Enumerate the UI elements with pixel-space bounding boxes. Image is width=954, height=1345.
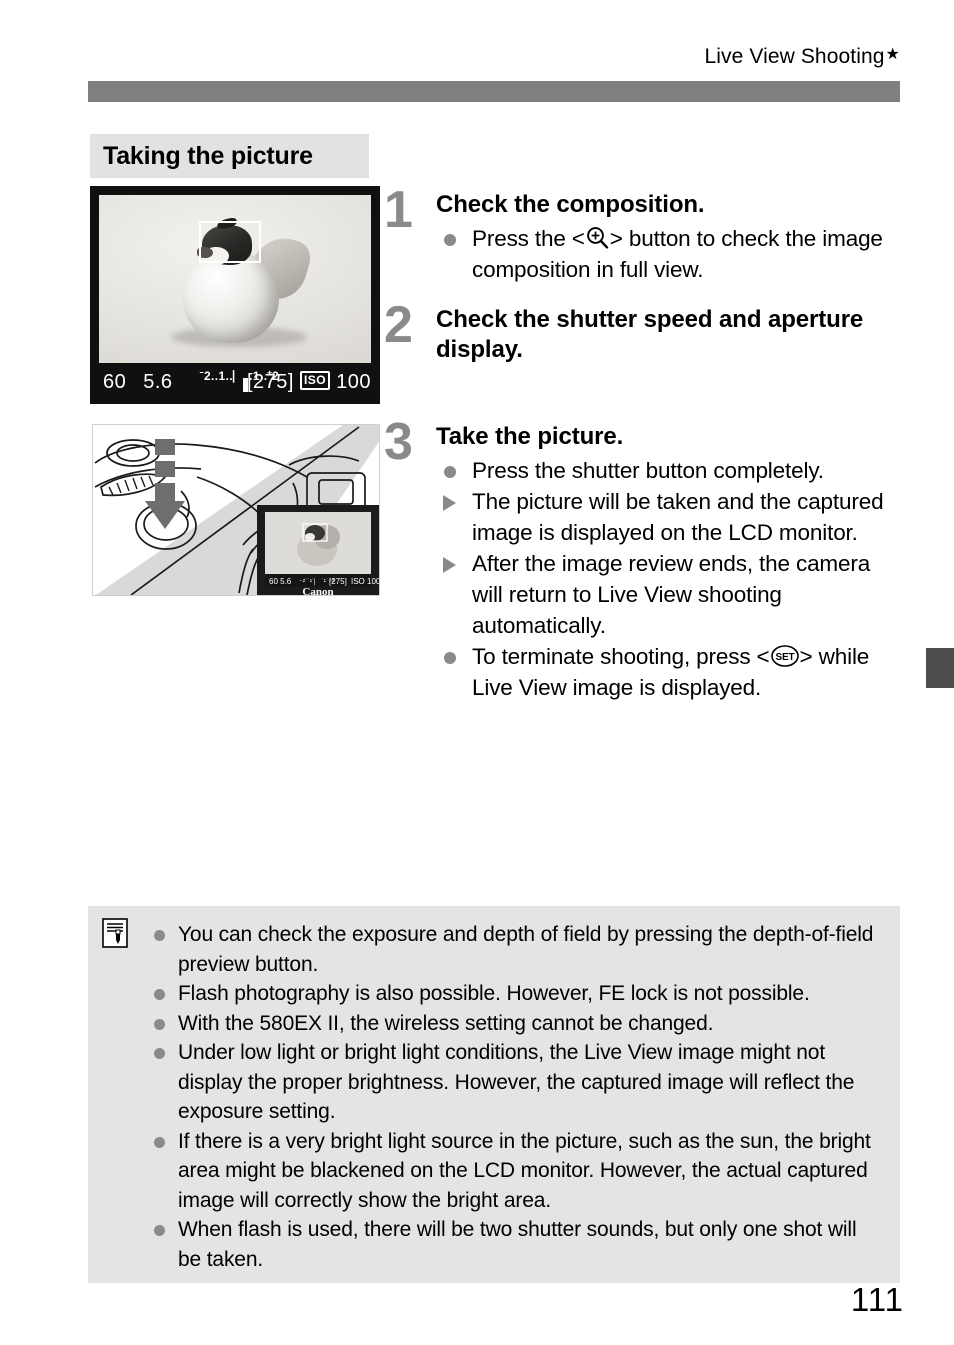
figure-camera-shutter-press: 60 5.6 ⁻²˙˙¹˙⎸˙¹˙⁺² [275] ISO 100 Canon bbox=[92, 424, 380, 596]
step-3-heading: Take the picture. bbox=[436, 423, 624, 450]
step-2-heading: Check the shutter speed and aperture dis… bbox=[436, 306, 864, 364]
step-1-number: 1 bbox=[384, 181, 413, 239]
shutter-speed-value: 60 bbox=[103, 370, 127, 393]
live-view-photo bbox=[99, 195, 371, 363]
header-rule bbox=[88, 81, 900, 102]
camera-brand-label: Canon bbox=[302, 586, 333, 596]
section-title-text: Taking the picture bbox=[103, 141, 313, 170]
list-item: Press the shutter button completely. bbox=[436, 455, 904, 486]
list-item: Flash photography is also possible. Howe… bbox=[152, 979, 880, 1009]
step-1-list: Press the < > button to check the image c… bbox=[436, 223, 904, 285]
list-item: You can check the exposure and depth of … bbox=[152, 920, 880, 979]
magnify-plus-icon bbox=[585, 225, 610, 250]
set-button-icon: SET bbox=[770, 644, 800, 668]
step-3-item-text-a: To terminate shooting, press < bbox=[472, 644, 770, 670]
iso-value: 100 bbox=[336, 370, 371, 393]
step-3-list: Press the shutter button completely. The… bbox=[436, 455, 904, 703]
page-number: 111 bbox=[850, 1281, 904, 1318]
inset-lcd-monitor: 60 5.6 ⁻²˙˙¹˙⎸˙¹˙⁺² [275] ISO 100 Canon bbox=[257, 505, 380, 596]
step-3: 3 Take the picture. Press the shutter bu… bbox=[384, 416, 904, 703]
list-item: After the image review ends, the camera … bbox=[436, 548, 904, 641]
step-1: 1 Check the composition. Press the < > bu… bbox=[384, 184, 904, 285]
camera-line-drawing: 60 5.6 ⁻²˙˙¹˙⎸˙¹˙⁺² [275] ISO 100 Canon bbox=[93, 425, 380, 596]
list-item: To terminate shooting, press < SET > while… bbox=[436, 641, 904, 703]
step-1-item-text-a: Press the < bbox=[472, 226, 585, 252]
exposure-scale-text: ˉ2..1..⎸..1..⁺2 bbox=[199, 369, 280, 383]
svg-text:ISO 100: ISO 100 bbox=[351, 577, 380, 586]
list-item: Under low light or bright light conditio… bbox=[152, 1038, 880, 1127]
list-item: With the 580EX II, the wireless setting … bbox=[152, 1009, 880, 1039]
list-item: If there is a very bright light source i… bbox=[152, 1127, 880, 1216]
step-1-heading: Check the composition. bbox=[436, 191, 705, 218]
exposure-level-scale: ˉ2..1..⎸..1..⁺2 bbox=[200, 369, 279, 393]
live-view-status-bar: 60 5.6 ˉ2..1..⎸..1..⁺2 [275] ISO 100 bbox=[99, 363, 371, 401]
list-item: The picture will be taken and the captur… bbox=[436, 486, 904, 548]
figure-live-view-screen: 60 5.6 ˉ2..1..⎸..1..⁺2 [275] ISO 100 bbox=[90, 186, 380, 404]
note-pencil-icon bbox=[102, 918, 128, 948]
svg-text:60 5.6: 60 5.6 bbox=[269, 577, 292, 586]
svg-text:[275]: [275] bbox=[329, 577, 347, 586]
running-head-text: Live View Shooting bbox=[704, 45, 885, 68]
page-edge-tab bbox=[926, 648, 954, 688]
note-box: You can check the exposure and depth of … bbox=[88, 906, 900, 1283]
list-item: Press the < > button to check the image c… bbox=[436, 223, 904, 285]
step-2-number: 2 bbox=[384, 296, 413, 354]
running-head: Live View Shooting★ bbox=[90, 44, 900, 69]
star-icon: ★ bbox=[885, 46, 900, 63]
step-2: 2 Check the shutter speed and aperture d… bbox=[384, 299, 904, 365]
section-title: Taking the picture bbox=[90, 134, 369, 178]
note-list: You can check the exposure and depth of … bbox=[152, 920, 880, 1274]
iso-icon: ISO bbox=[299, 370, 331, 390]
aperture-value: 5.6 bbox=[143, 370, 173, 393]
af-frame bbox=[199, 221, 261, 263]
exposure-pointer-icon bbox=[242, 378, 248, 392]
svg-text:SET: SET bbox=[775, 652, 794, 663]
step-3-number: 3 bbox=[384, 413, 413, 471]
list-item: When flash is used, there will be two sh… bbox=[152, 1215, 880, 1274]
manual-page: Live View Shooting★ Taking the picture 6… bbox=[0, 0, 954, 1345]
